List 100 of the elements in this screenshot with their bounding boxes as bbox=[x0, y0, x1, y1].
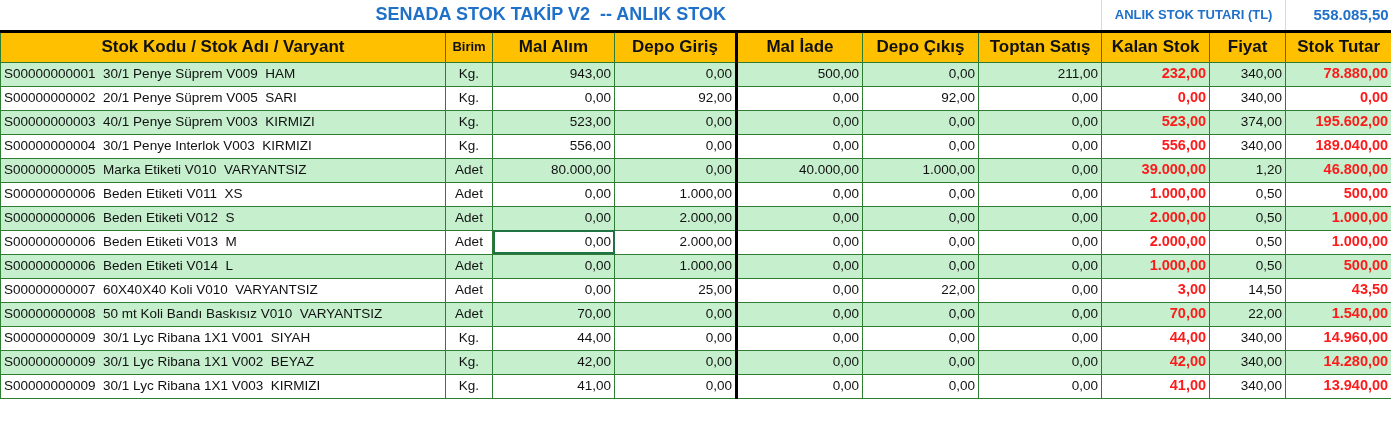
table-cell: 70,00 bbox=[1101, 302, 1210, 326]
table-cell: 0,00 bbox=[492, 278, 615, 302]
table-cell: 1.540,00 bbox=[1285, 302, 1391, 326]
table-cell: 0,00 bbox=[736, 374, 863, 398]
table-cell: 1.000,00 bbox=[1101, 182, 1210, 206]
table-cell: 0,00 bbox=[492, 182, 615, 206]
table-cell: 2.000,00 bbox=[614, 206, 737, 230]
table-cell: 943,00 bbox=[492, 62, 615, 86]
table-cell: 78.880,00 bbox=[1285, 62, 1391, 86]
table-cell: 0,00 bbox=[978, 110, 1102, 134]
table-cell: 340,00 bbox=[1209, 326, 1286, 350]
table-cell: 0,00 bbox=[736, 86, 863, 110]
table-cell: 2.000,00 bbox=[1101, 230, 1210, 254]
table-cell: 0,00 bbox=[978, 86, 1102, 110]
table-cell: 523,00 bbox=[492, 110, 615, 134]
table-cell: S00000000008 50 mt Koli Bandı Baskısız V010 VARYANTSIZ bbox=[0, 302, 446, 326]
table-cell: 0,00 bbox=[978, 158, 1102, 182]
table-cell: 0,00 bbox=[862, 230, 979, 254]
table-cell: S00000000001 30/1 Penye Süprem V009 HAM bbox=[0, 62, 446, 86]
table-cell: 0,00 bbox=[614, 350, 737, 374]
table-cell: 42,00 bbox=[1101, 350, 1210, 374]
table-cell: 70,00 bbox=[492, 302, 615, 326]
table-cell: 0,00 bbox=[978, 230, 1102, 254]
table-cell: 340,00 bbox=[1209, 86, 1286, 110]
table-cell: 0,00 bbox=[978, 278, 1102, 302]
table-cell: 0,00 bbox=[978, 254, 1102, 278]
table-cell: S00000000009 30/1 Lyc Ribana 1X1 V002 BEYAZ bbox=[0, 350, 446, 374]
table-cell: 0,00 bbox=[736, 110, 863, 134]
column-header: Toptan Satış bbox=[978, 31, 1102, 62]
table-cell: S00000000009 30/1 Lyc Ribana 1X1 V003 KIRMIZI bbox=[0, 374, 446, 398]
table-cell: 0,00 bbox=[862, 62, 979, 86]
table-cell: S00000000007 60X40X40 Koli V010 VARYANTSIZ bbox=[0, 278, 446, 302]
table-cell: Adet bbox=[445, 182, 493, 206]
table-cell: 0,00 bbox=[736, 182, 863, 206]
column-header: Stok Tutar bbox=[1285, 31, 1391, 62]
table-cell: 0,00 bbox=[614, 302, 737, 326]
table-cell: 0,00 bbox=[978, 206, 1102, 230]
table-cell: 1.000,00 bbox=[1285, 206, 1391, 230]
table-cell: 0,00 bbox=[862, 206, 979, 230]
table-cell: 0,00 bbox=[736, 206, 863, 230]
table-cell: 0,00 bbox=[862, 110, 979, 134]
table-cell: Adet bbox=[445, 278, 493, 302]
table-cell: 0,00 bbox=[614, 374, 737, 398]
table-cell: 195.602,00 bbox=[1285, 110, 1391, 134]
table-cell: 0,00 bbox=[862, 134, 979, 158]
table-cell: 523,00 bbox=[1101, 110, 1210, 134]
table-cell: 0,00 bbox=[736, 254, 863, 278]
table-cell: 40.000,00 bbox=[736, 158, 863, 182]
table-cell: 556,00 bbox=[1101, 134, 1210, 158]
table-cell: S00000000006 Beden Etiketi V013 M bbox=[0, 230, 446, 254]
table-cell: 0,00 bbox=[978, 302, 1102, 326]
table-cell: Kg. bbox=[445, 326, 493, 350]
table-cell: 46.800,00 bbox=[1285, 158, 1391, 182]
table-cell: 0,00 bbox=[978, 182, 1102, 206]
table-cell: S00000000006 Beden Etiketi V014 L bbox=[0, 254, 446, 278]
table-cell: 0,00 bbox=[862, 374, 979, 398]
table-cell: 0,00 bbox=[978, 350, 1102, 374]
column-header: Depo Giriş bbox=[614, 31, 737, 62]
table-cell: 0,00 bbox=[862, 350, 979, 374]
table-cell: 0,00 bbox=[614, 158, 737, 182]
table-cell: 41,00 bbox=[1101, 374, 1210, 398]
table-cell: S00000000006 Beden Etiketi V012 S bbox=[0, 206, 446, 230]
table-cell: 1.000,00 bbox=[1101, 254, 1210, 278]
table-cell: 44,00 bbox=[1101, 326, 1210, 350]
table-cell: 0,00 bbox=[736, 278, 863, 302]
table-cell: 44,00 bbox=[492, 326, 615, 350]
table-cell: S00000000002 20/1 Penye Süprem V005 SARI bbox=[0, 86, 446, 110]
table-cell: 92,00 bbox=[862, 86, 979, 110]
table-cell: 500,00 bbox=[736, 62, 863, 86]
table-cell: 0,00 bbox=[978, 326, 1102, 350]
table-cell: 1.000,00 bbox=[614, 254, 737, 278]
table-cell: 0,00 bbox=[736, 326, 863, 350]
table-cell: 80.000,00 bbox=[492, 158, 615, 182]
table-cell: 0,00 bbox=[736, 134, 863, 158]
column-header: Kalan Stok bbox=[1101, 31, 1210, 62]
table-cell: 41,00 bbox=[492, 374, 615, 398]
table-cell: 0,00 bbox=[492, 206, 615, 230]
column-header: Stok Kodu / Stok Adı / Varyant bbox=[0, 31, 446, 62]
table-cell: 0,50 bbox=[1209, 182, 1286, 206]
table-cell: S00000000005 Marka Etiketi V010 VARYANTSIZ bbox=[0, 158, 446, 182]
table-cell: 0,00 bbox=[492, 86, 615, 110]
table-cell: 39.000,00 bbox=[1101, 158, 1210, 182]
table-cell: S00000000006 Beden Etiketi V011 XS bbox=[0, 182, 446, 206]
table-cell: 0,00 bbox=[862, 302, 979, 326]
table-cell: 2.000,00 bbox=[1101, 206, 1210, 230]
table-cell: Kg. bbox=[445, 374, 493, 398]
table-cell: 340,00 bbox=[1209, 134, 1286, 158]
table-cell: 14.280,00 bbox=[1285, 350, 1391, 374]
table-cell: 0,00 bbox=[736, 230, 863, 254]
column-header: Fiyat bbox=[1209, 31, 1286, 62]
table-cell: S00000000004 30/1 Penye Interlok V003 KIRMIZI bbox=[0, 134, 446, 158]
table-cell: 0,00 bbox=[492, 254, 615, 278]
table-cell: 0,00 bbox=[978, 374, 1102, 398]
table-cell: 1.000,00 bbox=[862, 158, 979, 182]
table-cell: 0,00 bbox=[492, 230, 615, 254]
table-cell: 556,00 bbox=[492, 134, 615, 158]
table-cell: 22,00 bbox=[862, 278, 979, 302]
table-cell: 500,00 bbox=[1285, 254, 1391, 278]
column-header: Mal Alım bbox=[492, 31, 615, 62]
table-cell: 0,00 bbox=[978, 134, 1102, 158]
